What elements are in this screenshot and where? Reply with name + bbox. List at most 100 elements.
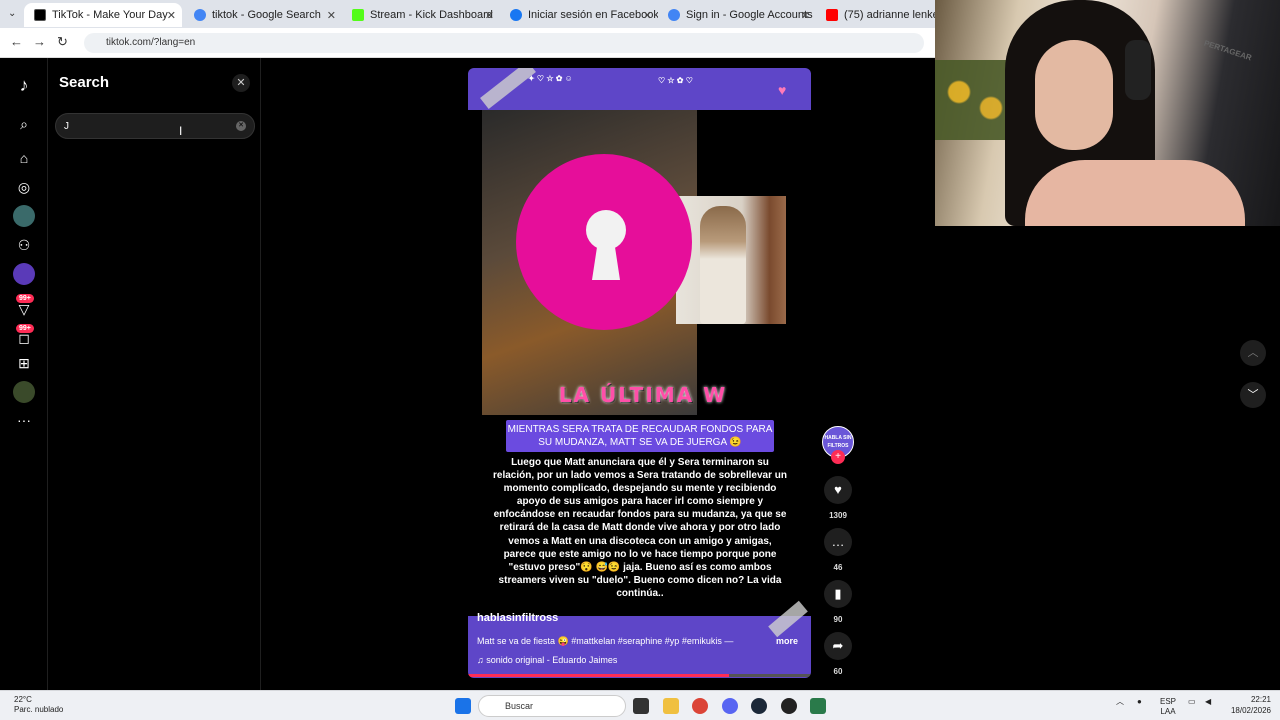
doodle-decoration: ♡ ☆ ✿ ♡: [658, 76, 693, 85]
search-input[interactable]: [64, 118, 224, 134]
task-view-icon[interactable]: [633, 698, 649, 714]
explore-icon[interactable]: ◎: [13, 176, 35, 198]
upload-icon[interactable]: ⊞: [13, 352, 35, 374]
author-name[interactable]: hablasinfiltross: [477, 612, 558, 624]
clock-date: 18/02/2026: [1230, 706, 1271, 715]
search-field[interactable]: ✕: [55, 113, 255, 139]
browser-tab-bar: ⌄ TikTok - Make Your Day ✕ tiktok - Goog…: [0, 0, 935, 28]
video-progress-bar[interactable]: [468, 674, 811, 677]
calculator-icon[interactable]: [810, 698, 826, 714]
previous-video-chevron-up-icon[interactable]: ︿: [1240, 340, 1266, 366]
save-count: 90: [833, 615, 843, 624]
streamer-shoulder: [1025, 160, 1245, 226]
google-favicon-icon: [194, 9, 206, 21]
sunflower-decoration: [935, 60, 1015, 140]
chair-logo: PERTAGEAR: [1202, 38, 1253, 63]
tab-kick-dashboard[interactable]: Stream - Kick Dashboard ✕: [342, 3, 500, 27]
facebook-favicon-icon: [510, 9, 522, 21]
reload-icon[interactable]: ↻: [57, 34, 68, 50]
obs-icon[interactable]: [781, 698, 797, 714]
comment-icon[interactable]: …: [824, 528, 852, 556]
kick-favicon-icon: [352, 9, 364, 21]
share-arrow-icon[interactable]: ➦: [824, 632, 852, 660]
text-cursor-icon: I: [179, 124, 183, 138]
tab-google-accounts[interactable]: Sign in - Google Accounts ✕: [658, 3, 816, 27]
system-clock[interactable]: 22:21 18/02/2026: [1225, 694, 1271, 716]
search-panel-title: Search: [59, 74, 110, 91]
tab-label: tiktok - Google Search: [212, 9, 321, 21]
tab-search-menu-icon[interactable]: ⌄: [8, 8, 16, 19]
sound-label: sonido original - Eduardo Jaimes: [486, 655, 618, 665]
home-icon[interactable]: ⌂: [13, 147, 35, 169]
search-icon[interactable]: ⌕: [13, 113, 35, 135]
weather-widget[interactable]: 22°C Parc. nublado: [14, 695, 63, 715]
clock-time: 22:21: [1250, 695, 1271, 704]
steam-icon[interactable]: [751, 698, 767, 714]
tab-google-search[interactable]: tiktok - Google Search ✕: [184, 3, 342, 27]
tray-chevron-up-icon[interactable]: ︿: [1116, 697, 1124, 707]
profile-avatar[interactable]: [13, 381, 35, 403]
tab-close-icon[interactable]: ✕: [801, 9, 810, 22]
video-description: Luego que Matt anunciara que él y Sera t…: [493, 457, 787, 599]
windows-start-icon[interactable]: [455, 698, 471, 714]
network-icon[interactable]: ▭: [1188, 697, 1196, 707]
following-icon[interactable]: ⚇: [13, 234, 35, 256]
bookmark-icon[interactable]: ▮: [824, 580, 852, 608]
taskbar-search-label: Buscar: [505, 701, 534, 711]
youtube-favicon-icon: [826, 9, 838, 21]
video-bottom-banner: [468, 616, 811, 678]
follow-plus-icon[interactable]: +: [831, 450, 845, 464]
microphone-icon[interactable]: ●: [1137, 697, 1142, 707]
tab-label: Iniciar sesión en Facebook: [528, 9, 658, 21]
comment-count: 46: [833, 563, 843, 572]
search-panel: Search ✕ ✕ I: [49, 58, 261, 690]
discord-icon[interactable]: [722, 698, 738, 714]
headset-icon: [1125, 40, 1151, 100]
tiktok-nav-rail: ♪ ⌕ ⌂ ◎ ⚇ ▽ 99+ ◻ 99+ ⊞ ···: [0, 58, 48, 690]
more-icon[interactable]: ···: [13, 409, 35, 431]
tab-close-icon[interactable]: ✕: [485, 9, 494, 22]
tab-label: TikTok - Make Your Day: [52, 9, 168, 21]
tab-close-icon[interactable]: ✕: [327, 9, 336, 22]
pip-person: [700, 206, 746, 324]
friends-avatar[interactable]: [13, 263, 35, 285]
windows-taskbar: 22°C Parc. nublado Buscar ︿ ● ESP LAA ▭ …: [0, 690, 1280, 720]
lang-sub: LAA: [1160, 707, 1176, 716]
share-count: 60: [833, 667, 843, 676]
tab-tiktok[interactable]: TikTok - Make Your Day ✕: [24, 3, 182, 27]
like-heart-icon[interactable]: ♥: [824, 476, 852, 504]
video-progress-fill: [468, 674, 729, 677]
video-player[interactable]: ✦ ♡ ☆ ✿ ☺ ♡ ☆ ✿ ♡ ♥ LA ÚLTIMA W MIENTRAS…: [468, 68, 811, 678]
back-arrow-icon[interactable]: ←: [10, 34, 23, 49]
forward-arrow-icon[interactable]: →: [33, 34, 46, 49]
next-video-chevron-down-icon[interactable]: ﹀: [1240, 382, 1266, 408]
weather-temp: 22°C: [14, 695, 32, 704]
language-indicator[interactable]: ESP LAA: [1160, 697, 1176, 717]
volume-icon[interactable]: ◀: [1205, 697, 1211, 707]
tiktok-logo-icon[interactable]: ♪: [13, 74, 35, 96]
video-caption: Matt se va de fiesta 😜 #mattkelan #serap…: [477, 636, 734, 646]
weather-desc: Parc. nublado: [14, 705, 64, 714]
activity-badge: 99+: [16, 294, 34, 303]
file-explorer-icon[interactable]: [663, 698, 679, 714]
more-button[interactable]: more: [776, 636, 798, 646]
tab-facebook[interactable]: Iniciar sesión en Facebook ✕: [500, 3, 658, 27]
close-icon[interactable]: ✕: [232, 74, 250, 92]
tab-youtube[interactable]: (75) adrianne lenker - not a: [816, 3, 935, 27]
url-input[interactable]: tiktok.com/?lang=en: [84, 33, 924, 53]
video-headline: LA ÚLTIMA W: [558, 383, 728, 407]
address-bar-row: ← → ↻ tiktok.com/?lang=en: [0, 28, 935, 58]
music-note-icon: ♫: [477, 655, 487, 665]
tab-close-icon[interactable]: ✕: [167, 9, 176, 22]
action-column: HABLA SIN FILTROS + ♥ 1309 … 46 ▮ 90 ➦ 6…: [820, 420, 856, 680]
lang-code: ESP: [1160, 697, 1177, 706]
tab-label: Stream - Kick Dashboard: [370, 9, 493, 21]
chrome-icon[interactable]: [692, 698, 708, 714]
clear-icon[interactable]: ✕: [236, 121, 246, 131]
sound-link[interactable]: ♫ sonido original - Eduardo Jaimes: [477, 655, 617, 665]
tiktok-favicon-icon: [34, 9, 46, 21]
tab-label: (75) adrianne lenker - not a: [844, 9, 935, 21]
live-avatar[interactable]: [13, 205, 35, 227]
tab-close-icon[interactable]: ✕: [643, 9, 652, 22]
taskbar-search[interactable]: Buscar: [478, 695, 626, 717]
